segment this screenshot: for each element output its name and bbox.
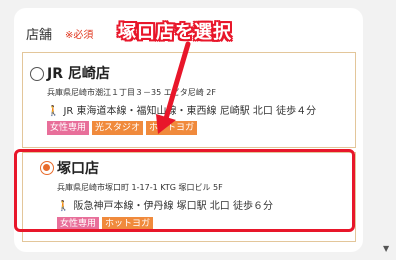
annotation-callout: 塚口店を選択 (118, 22, 232, 43)
scroll-down-arrow-icon[interactable]: ▼ (383, 244, 389, 253)
